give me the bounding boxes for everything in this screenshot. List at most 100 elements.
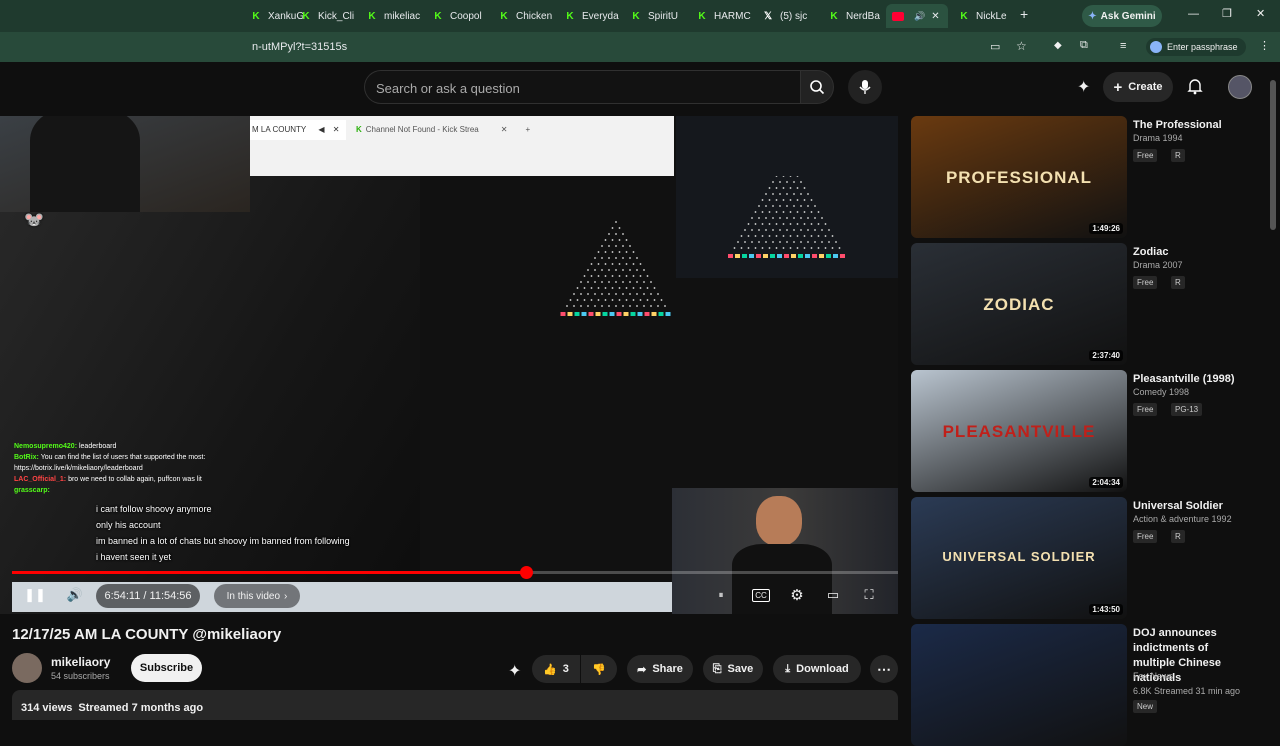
plinko-peg	[810, 211, 813, 213]
share-button[interactable]: ➦ Share	[627, 655, 693, 683]
chapters-button[interactable]: In this video ›	[214, 584, 300, 608]
browser-tab[interactable]: K Everyda	[564, 4, 624, 28]
minimize-icon[interactable]: —	[1188, 8, 1199, 20]
progress-scrubber[interactable]	[519, 566, 533, 579]
plinko-peg	[810, 247, 813, 249]
duration-badge: 1:43:50	[1089, 604, 1123, 615]
recommended-thumbnail[interactable]: PROFESSIONAL 1:49:26	[911, 116, 1127, 238]
bookmark-star-icon[interactable]: ☆	[1016, 39, 1027, 53]
plinko-peg	[657, 305, 659, 307]
recommended-title[interactable]: Universal Soldier	[1133, 499, 1253, 514]
like-button[interactable]: 👍 3	[532, 655, 580, 683]
extension-icon[interactable]: ◆	[1054, 40, 1062, 51]
close-window-icon[interactable]: ✕	[1256, 7, 1265, 20]
channel-avatar[interactable]	[12, 653, 42, 683]
channel-name[interactable]: mikeliaory	[51, 655, 110, 669]
notifications-bell-icon[interactable]	[1187, 77, 1203, 100]
plinko-peg	[828, 241, 830, 243]
url-text[interactable]: n-utMPyl?t=31515s	[252, 41, 347, 53]
plinko-peg	[754, 235, 757, 237]
browser-tab[interactable]: K NerdBa	[828, 4, 888, 28]
browser-tab[interactable]: K Kick_Cli	[300, 4, 360, 28]
plinko-peg	[772, 217, 774, 219]
kick-icon: K	[434, 10, 442, 22]
subscribe-button[interactable]: Subscribe	[131, 654, 202, 682]
account-avatar[interactable]	[1228, 75, 1252, 99]
browser-tab[interactable]: K Chicken	[498, 4, 558, 28]
plinko-peg	[601, 269, 603, 271]
search-button[interactable]	[800, 70, 834, 104]
recommended-thumbnail[interactable]	[911, 624, 1127, 746]
plinko-bucket	[777, 254, 782, 258]
plinko-peg	[615, 281, 617, 283]
captions-button[interactable]: CC	[750, 584, 772, 606]
plinko-peg	[751, 229, 753, 231]
browser-tab[interactable]: K HARMC	[696, 4, 756, 28]
close-tab-icon[interactable]: ✕	[931, 11, 939, 22]
settings-button[interactable]: ⚙	[786, 584, 808, 606]
create-button[interactable]: + Create	[1103, 72, 1173, 102]
browser-tab[interactable]: 𝕏 (5) sjc	[762, 4, 822, 28]
volume-button[interactable]: 🔊	[62, 582, 88, 608]
recommended-title[interactable]: Pleasantville (1998)	[1133, 372, 1253, 387]
browser-tab[interactable]: K mikeliac	[366, 4, 426, 28]
chat-message: https://botrix.live/k/mikeliaory/leaderb…	[14, 464, 143, 473]
plinko-peg	[751, 241, 753, 243]
plinko-peg	[768, 211, 771, 213]
video-player[interactable]: M LA COUNTY ◀ ✕ K Channel Not Found - Ki…	[0, 116, 898, 614]
plinko-bucket	[749, 254, 754, 258]
theater-button[interactable]: ▭	[822, 584, 844, 606]
maximize-icon[interactable]: ❐	[1222, 7, 1232, 20]
plinko-peg	[625, 299, 628, 301]
dislike-button[interactable]: 👎	[581, 655, 617, 683]
ai-sparkle-icon[interactable]: ✦	[1077, 77, 1090, 97]
recommended-thumbnail[interactable]: UNIVERSAL SOLDIER 1:43:50	[911, 497, 1127, 619]
plinko-peg	[608, 233, 610, 235]
plinko-peg	[807, 241, 809, 243]
recommended-title[interactable]: The Professional	[1133, 118, 1253, 133]
browser-tab[interactable]: K Coopol	[432, 4, 492, 28]
plinko-peg	[765, 205, 767, 207]
recommended-title[interactable]: Zodiac	[1133, 245, 1253, 260]
ask-gemini-button[interactable]: ✦ Ask Gemini	[1082, 5, 1162, 27]
chat-text: https://botrix.live/k/mikeliaory/leaderb…	[14, 465, 143, 472]
pause-button[interactable]: ❚❚	[22, 582, 48, 608]
progress-played	[12, 571, 526, 574]
browser-tab[interactable]: K SpiritU	[630, 4, 690, 28]
media-controls-icon[interactable]: ≡	[1120, 40, 1126, 52]
chat-username: grasscarp:	[14, 487, 50, 494]
channel-logo-overlay: 🐭	[24, 212, 44, 229]
voice-search-button[interactable]	[848, 70, 882, 104]
ask-gemini-label: Ask Gemini	[1100, 10, 1156, 22]
speaker-icon[interactable]: 🔊	[914, 11, 925, 22]
search-input[interactable]: Search or ask a question	[364, 70, 800, 104]
tab-label: Kick_Cli	[318, 10, 355, 22]
recommended-thumbnail[interactable]: PLEASANTVILLE 2:04:34	[911, 370, 1127, 492]
plinko-peg	[618, 299, 621, 301]
tab-youtube-active[interactable]: 🔊 ✕	[886, 4, 948, 28]
passphrase-button[interactable]: Enter passphrase	[1146, 38, 1246, 56]
puzzle-icon[interactable]: ⧉	[1080, 39, 1088, 52]
plinko-peg	[800, 205, 802, 207]
page-scrollbar[interactable]	[1270, 80, 1276, 230]
kebab-menu-icon[interactable]: ⋮	[1259, 39, 1270, 52]
ai-sparkle-icon[interactable]: ✦	[508, 661, 521, 681]
plinko-peg	[590, 299, 593, 301]
download-button[interactable]: ⤓ Download	[773, 655, 861, 683]
new-tab-icon[interactable]: +	[1020, 6, 1028, 22]
plinko-peg	[573, 305, 575, 307]
plinko-peg	[615, 293, 617, 295]
cast-icon[interactable]: ▭	[990, 40, 1000, 53]
plinko-peg	[817, 211, 820, 213]
plinko-peg	[622, 269, 624, 271]
chat-text: leaderboard	[78, 443, 117, 450]
save-button[interactable]: ⎘ Save	[703, 655, 763, 683]
plinko-peg	[615, 305, 617, 307]
plinko-bucket	[791, 254, 796, 258]
tab-nickle[interactable]: K NickLe	[958, 4, 1018, 28]
autoplay-toggle[interactable]: ⏸	[710, 584, 732, 606]
fullscreen-button[interactable]: ⛶	[858, 584, 880, 606]
more-actions-button[interactable]: ⋯	[870, 655, 898, 683]
recommended-thumbnail[interactable]: ZODIAC 2:37:40	[911, 243, 1127, 365]
plinko-peg	[601, 293, 603, 295]
